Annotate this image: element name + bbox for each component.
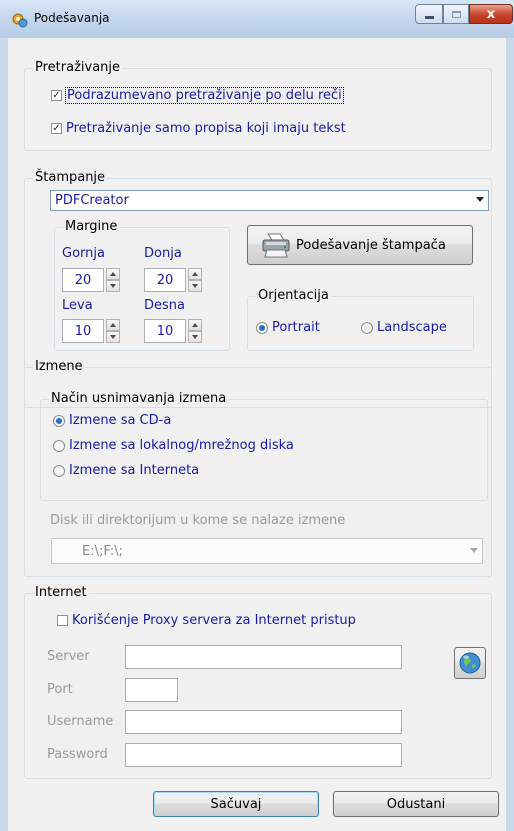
margin-left-value[interactable]: 10 [62, 319, 104, 343]
spin-up-icon[interactable] [106, 268, 120, 280]
updates-group: Izmene Način usnimavanja izmena Izmene s… [24, 359, 492, 577]
margin-bottom-stepper[interactable]: 20 [144, 268, 202, 292]
spin-up-icon[interactable] [188, 268, 202, 280]
spin-down-icon[interactable] [106, 331, 120, 343]
username-label: Username [47, 714, 114, 729]
dialog-body: Pretraživanje ✓ Podrazumevano pretraživa… [8, 38, 506, 831]
orientation-group: Orjentacija Portrait Landscape [247, 288, 474, 351]
internet-group: Internet Korišćenje Proxy servera za Int… [24, 585, 492, 779]
chevron-down-icon[interactable] [470, 548, 478, 553]
server-input[interactable] [125, 645, 402, 669]
checkbox-label: Pretraživanje samo propisa koji imaju te… [66, 121, 346, 136]
window-frame-right [506, 38, 514, 831]
password-label: Password [47, 747, 108, 762]
margin-top-label: Gornja [62, 246, 105, 261]
checkbox-box[interactable] [57, 615, 68, 626]
margin-left-stepper[interactable]: 10 [62, 319, 120, 343]
checkbox-label: Korišćenje Proxy servera za Internet pri… [72, 613, 356, 628]
printer-icon [262, 233, 290, 258]
search-group: Pretraživanje ✓ Podrazumevano pretraživa… [24, 60, 492, 151]
checkbox-label: Podrazumevano pretraživanje po delu reči [65, 87, 344, 104]
port-label: Port [47, 682, 73, 697]
margin-right-value[interactable]: 10 [144, 319, 186, 343]
window-title: Podešavanja [34, 11, 110, 25]
port-input[interactable] [125, 678, 178, 702]
proxy-settings-button[interactable] [454, 647, 486, 679]
margin-top-value[interactable]: 20 [62, 268, 104, 292]
margin-bottom-value[interactable]: 20 [144, 268, 186, 292]
spin-down-icon[interactable] [188, 331, 202, 343]
cancel-button-label: Odustani [386, 796, 446, 812]
margin-left-label: Leva [62, 298, 93, 313]
password-input[interactable] [125, 743, 402, 767]
printer-select[interactable]: PDFCreator [50, 190, 489, 211]
search-with-text-checkbox[interactable]: ✓ Pretraživanje samo propisa koji imaju … [51, 121, 346, 136]
update-disk-label: Disk ili direktorijum u kome se nalaze i… [50, 513, 346, 528]
spin-down-icon[interactable] [188, 280, 202, 292]
title-bar[interactable]: Podešavanja x [0, 0, 514, 39]
maximize-button[interactable] [443, 4, 469, 24]
update-disk-radio[interactable]: Izmene sa lokalnog/mrežnog diska [53, 438, 294, 453]
spin-down-icon[interactable] [106, 280, 120, 292]
app-icon [12, 13, 28, 28]
margin-top-stepper[interactable]: 20 [62, 268, 120, 292]
save-button[interactable]: Sačuvaj [153, 791, 319, 817]
radio-label: Portrait [272, 320, 320, 335]
cancel-button[interactable]: Odustani [333, 791, 499, 817]
update-internet-radio[interactable]: Izmene sa Interneta [53, 463, 199, 478]
radio-button[interactable] [53, 414, 65, 427]
search-partial-word-checkbox[interactable]: ✓ Podrazumevano pretraživanje po delu re… [51, 87, 344, 104]
internet-group-title: Internet [33, 585, 89, 600]
margin-right-label: Desna [144, 298, 185, 313]
update-method-group: Način usnimavanja izmena Izmene sa CD-a … [40, 391, 488, 501]
checkbox-box[interactable]: ✓ [51, 90, 62, 101]
radio-button[interactable] [53, 439, 65, 452]
username-input[interactable] [125, 710, 402, 734]
orientation-portrait-radio[interactable]: Portrait [256, 320, 320, 335]
radio-label: Izmene sa lokalnog/mrežnog diska [69, 438, 294, 453]
radio-label: Landscape [377, 320, 447, 335]
update-method-title: Način usnimavanja izmena [49, 391, 229, 406]
checkbox-box[interactable]: ✓ [51, 123, 62, 134]
radio-button[interactable] [361, 321, 373, 334]
margin-bottom-label: Donja [144, 246, 182, 261]
minimize-button[interactable] [415, 4, 443, 24]
proxy-checkbox[interactable]: Korišćenje Proxy servera za Internet pri… [57, 613, 356, 628]
printing-group-title: Štampanje [33, 170, 108, 185]
spin-up-icon[interactable] [106, 319, 120, 331]
chevron-down-icon[interactable] [476, 197, 484, 202]
radio-label: Izmene sa Interneta [69, 463, 200, 478]
save-button-label: Sačuvaj [210, 796, 262, 812]
margin-right-stepper[interactable]: 10 [144, 319, 202, 343]
update-cd-radio[interactable]: Izmene sa CD-a [53, 413, 171, 428]
close-button[interactable]: x [469, 4, 513, 24]
radio-button[interactable] [53, 464, 65, 477]
minimize-icon [424, 15, 434, 19]
printer-setup-label: Podešavanje štampača [296, 237, 446, 253]
close-icon: x [486, 6, 496, 22]
printer-setup-button[interactable]: Podešavanje štampača [247, 225, 473, 265]
update-disk-select[interactable]: E:\;F:\; [51, 538, 483, 564]
globe-icon [459, 652, 481, 674]
server-label: Server [47, 649, 90, 664]
radio-button[interactable] [256, 321, 268, 334]
orientation-group-title: Orjentacija [256, 288, 331, 303]
spin-up-icon[interactable] [188, 319, 202, 331]
radio-label: Izmene sa CD-a [69, 413, 172, 428]
margins-group: Margine Gornja Donja 20 20 Leva Desna 10… [54, 219, 230, 351]
updates-group-title: Izmene [33, 359, 85, 374]
maximize-icon [451, 10, 461, 18]
margins-group-title: Margine [63, 219, 120, 234]
printer-select-value: PDFCreator [55, 193, 129, 208]
search-group-title: Pretraživanje [33, 60, 123, 75]
window-frame-left [0, 38, 8, 831]
orientation-landscape-radio[interactable]: Landscape [361, 320, 447, 335]
update-disk-value: E:\;F:\; [82, 543, 123, 559]
